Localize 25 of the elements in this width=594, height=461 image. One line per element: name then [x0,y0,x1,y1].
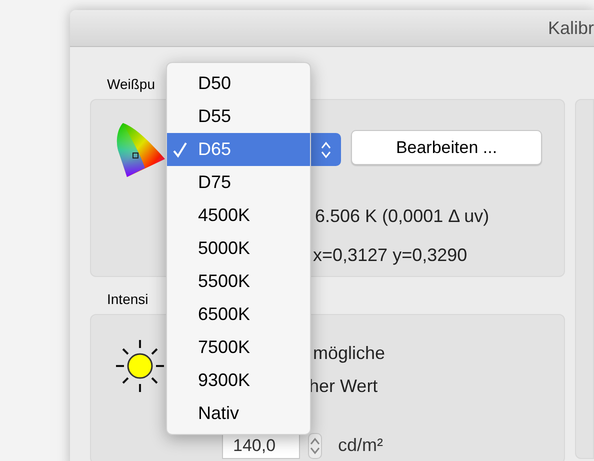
menu-item[interactable]: D55 [167,100,310,133]
menu-item[interactable]: 6500K [167,298,310,331]
checkmark-icon [173,142,187,158]
color-gamut-icon [115,121,167,179]
color-temperature-value: 6.506 K (0,0001 Δ uv) [315,205,490,228]
section-label: Intensi [107,290,148,308]
chromaticity-value: x=0,3127 y=0,3290 [313,244,468,267]
sun-icon [115,339,165,393]
menu-item[interactable]: 5500K [167,265,310,298]
unit-label: cd/m² [338,434,383,457]
window-title: Kalibr [548,16,594,40]
menu-item[interactable]: D75 [167,166,310,199]
menu-item[interactable]: D65 [167,133,310,166]
menu-item[interactable]: D50 [167,67,310,100]
menu-item[interactable]: 5000K [167,232,310,265]
stepper-icon [310,436,320,454]
menu-item[interactable]: 7500K [167,331,310,364]
menu-item[interactable]: 9300K [167,364,310,397]
section-label: Weißpu [107,75,155,93]
edit-button[interactable]: Bearbeiten ... [351,130,542,165]
menu-item[interactable]: Nativ [167,397,310,430]
stepper-control[interactable] [308,432,322,458]
option-label: mögliche [313,342,386,365]
menu-item[interactable]: 4500K [167,199,310,232]
stepper-icon [321,140,331,158]
